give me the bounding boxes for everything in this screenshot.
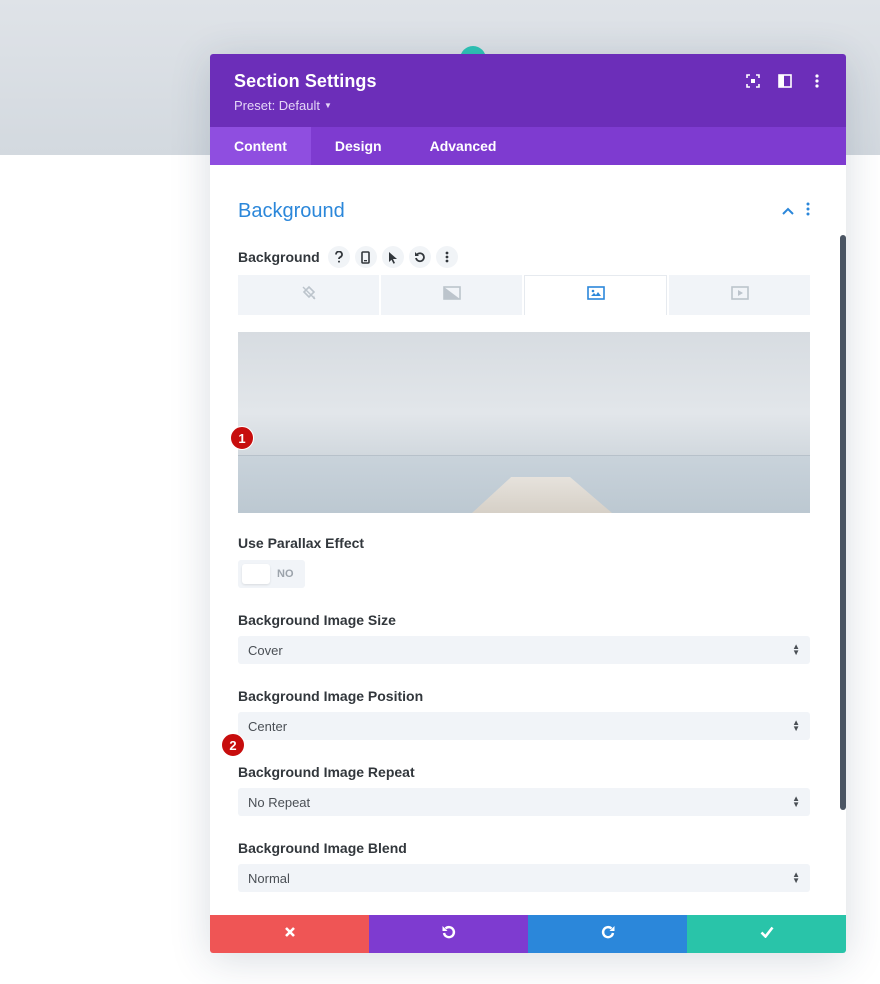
more-vertical-icon[interactable]	[806, 202, 810, 221]
select-value: Center	[248, 718, 288, 734]
scrollbar[interactable]	[840, 235, 846, 810]
image-icon	[586, 286, 605, 305]
bg-tab-video[interactable]	[669, 275, 810, 315]
expand-icon[interactable]	[744, 72, 762, 90]
step-badge-2: 2	[221, 733, 245, 757]
background-label: Background	[238, 249, 320, 265]
settings-content: Background Background 1 Use Parallax Eff…	[210, 165, 846, 915]
chevron-up-icon[interactable]	[782, 202, 794, 220]
select-arrows-icon: ▲ ▼	[792, 794, 800, 809]
mobile-icon[interactable]	[354, 246, 377, 268]
background-image-preview[interactable]	[238, 332, 810, 513]
parallax-toggle[interactable]: NO	[238, 560, 305, 588]
caret-down-icon: ▼	[324, 101, 332, 110]
image-repeat-label: Background Image Repeat	[238, 764, 415, 780]
cancel-button[interactable]	[210, 915, 369, 953]
bg-tab-color[interactable]	[238, 275, 379, 315]
tab-content[interactable]: Content	[210, 127, 311, 165]
gradient-icon	[442, 285, 461, 305]
background-type-tabs	[238, 275, 810, 315]
redo-button[interactable]	[528, 915, 687, 953]
section-title: Background	[238, 199, 345, 222]
undo-icon	[441, 924, 457, 945]
image-blend-label: Background Image Blend	[238, 840, 407, 856]
image-position-select[interactable]: Center ▲ ▼	[238, 712, 810, 740]
tab-advanced[interactable]: Advanced	[406, 127, 521, 165]
modal-title: Section Settings	[234, 71, 377, 91]
step-badge-1: 1	[230, 426, 254, 450]
more-vertical-icon[interactable]	[435, 246, 458, 268]
modal-header: Section Settings Preset: Default ▼	[210, 54, 846, 127]
parallax-label: Use Parallax Effect	[238, 535, 365, 551]
hover-cursor-icon[interactable]	[381, 246, 404, 268]
select-arrows-icon: ▲ ▼	[792, 642, 800, 657]
section-settings-modal: Section Settings Preset: Default ▼ Conte…	[210, 54, 846, 953]
section-controls	[782, 202, 810, 221]
settings-tabs: Content Design Advanced	[210, 127, 846, 165]
bg-tab-image[interactable]	[524, 275, 667, 315]
help-icon[interactable]	[327, 246, 350, 268]
image-repeat-select[interactable]: No Repeat ▲ ▼	[238, 788, 810, 816]
tab-design[interactable]: Design	[311, 127, 406, 165]
header-controls	[744, 72, 826, 90]
preset-label: Preset: Default	[234, 98, 320, 113]
undo-button[interactable]	[369, 915, 528, 953]
background-section-header[interactable]: Background	[238, 165, 810, 225]
select-value: Cover	[248, 642, 283, 658]
select-arrows-icon: ▲ ▼	[792, 870, 800, 885]
image-blend-select[interactable]: Normal ▲ ▼	[238, 864, 810, 892]
preset-selector[interactable]: Preset: Default ▼	[234, 98, 332, 113]
redo-icon	[600, 924, 616, 945]
image-size-select[interactable]: Cover ▲ ▼	[238, 636, 810, 664]
bg-tab-gradient[interactable]	[381, 275, 522, 315]
video-icon	[730, 285, 749, 305]
toggle-knob	[242, 564, 270, 584]
close-icon	[284, 925, 296, 943]
select-arrows-icon: ▲ ▼	[792, 718, 800, 733]
image-position-label: Background Image Position	[238, 688, 424, 704]
modal-footer	[210, 915, 846, 953]
image-size-label: Background Image Size	[238, 612, 396, 628]
check-icon	[760, 925, 774, 943]
color-icon	[301, 285, 317, 306]
toggle-state: NO	[277, 568, 294, 580]
save-button[interactable]	[687, 915, 846, 953]
more-vertical-icon[interactable]	[808, 72, 826, 90]
background-option-row: Background	[238, 246, 810, 268]
reset-icon[interactable]	[408, 246, 431, 268]
select-value: No Repeat	[248, 794, 311, 810]
sidebar-layout-icon[interactable]	[776, 72, 794, 90]
select-value: Normal	[248, 870, 290, 886]
